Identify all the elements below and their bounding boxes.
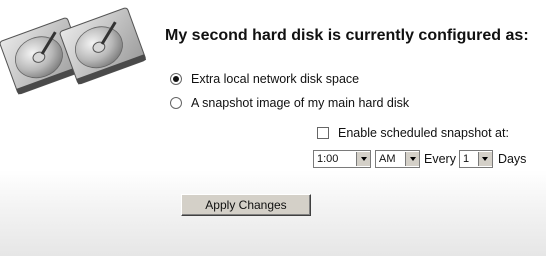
option-snapshot-image[interactable]: A snapshot image of my main hard disk — [170, 96, 409, 110]
chevron-down-icon[interactable] — [356, 152, 370, 166]
option-snapshot-image-label: A snapshot image of my main hard disk — [191, 96, 410, 110]
radio-snapshot-image[interactable] — [170, 97, 182, 109]
ampm-select[interactable]: AM — [375, 150, 420, 168]
time-select[interactable]: 1:00 — [313, 150, 371, 168]
enable-scheduled-snapshot-label: Enable scheduled snapshot at: — [338, 126, 509, 140]
every-days-select-value: 1 — [462, 153, 470, 165]
enable-scheduled-snapshot-checkbox[interactable] — [317, 127, 329, 139]
option-extra-disk-space-label: Extra local network disk space — [191, 72, 360, 86]
radio-extra-disk-space[interactable] — [170, 73, 182, 85]
apply-changes-button[interactable]: Apply Changes — [181, 194, 311, 216]
option-extra-disk-space[interactable]: Extra local network disk space — [170, 72, 359, 86]
schedule-row: 1:00 AM Every 1 Days — [313, 150, 526, 168]
ampm-select-value: AM — [379, 153, 396, 165]
chevron-down-icon[interactable] — [405, 152, 419, 166]
chevron-down-icon[interactable] — [477, 152, 492, 166]
time-select-value: 1:00 — [317, 153, 339, 165]
hard-disks-image — [0, 7, 147, 95]
page-title: My second hard disk is currently configu… — [165, 27, 529, 44]
days-label: Days — [497, 152, 527, 166]
enable-scheduled-snapshot[interactable]: Enable scheduled snapshot at: — [317, 126, 509, 140]
every-label: Every — [424, 152, 456, 166]
every-days-select[interactable]: 1 — [458, 150, 493, 168]
